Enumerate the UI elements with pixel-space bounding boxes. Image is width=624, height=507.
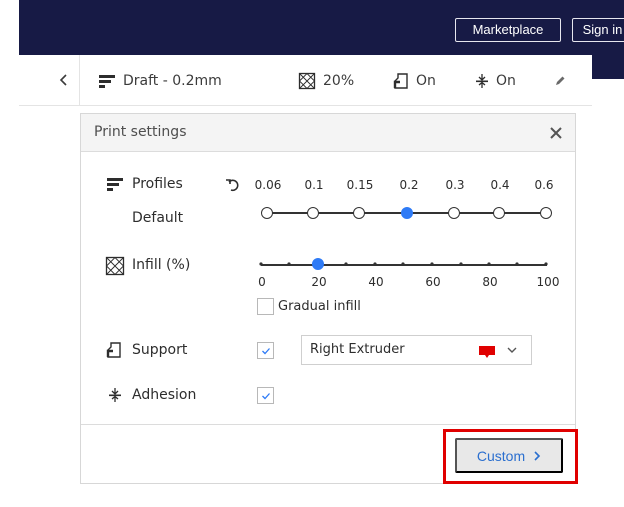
top-bar-extension — [592, 55, 624, 79]
header-adhesion-label: On — [496, 72, 516, 89]
profile-step-dot[interactable] — [540, 207, 552, 219]
chevron-down-icon — [507, 347, 517, 353]
panel-header: Print settings — [81, 114, 575, 152]
profile-icon — [98, 73, 116, 89]
profile-step-dot[interactable] — [448, 207, 460, 219]
gradual-infill-checkbox[interactable] — [257, 298, 274, 315]
edit-button[interactable] — [554, 55, 566, 106]
profile-value-label[interactable]: 0.1 — [299, 178, 329, 192]
profile-step-dot-selected[interactable] — [401, 207, 413, 219]
pencil-icon — [556, 76, 565, 85]
chevron-right-icon — [534, 450, 541, 461]
header-infill[interactable]: 20% — [298, 55, 354, 106]
header-adhesion[interactable]: On — [475, 55, 516, 106]
sign-in-button[interactable]: Sign in — [572, 18, 624, 42]
adhesion-label: Adhesion — [132, 387, 197, 403]
profile-value-label[interactable]: 0.06 — [253, 178, 283, 192]
header-infill-label: 20% — [323, 72, 355, 89]
panel-title: Print settings — [94, 124, 187, 140]
infill-icon — [105, 256, 125, 276]
profile-value-label[interactable]: 0.3 — [440, 178, 470, 192]
infill-icon — [298, 72, 316, 90]
profile-step-dot[interactable] — [353, 207, 365, 219]
support-checkbox[interactable] — [257, 342, 274, 359]
profile-step-dot[interactable] — [261, 207, 273, 219]
chevron-left-icon — [59, 74, 67, 86]
custom-button-label: Custom — [476, 447, 526, 464]
profile-step-dot[interactable] — [493, 207, 505, 219]
extruder-color-icon — [479, 346, 495, 358]
collapse-button[interactable] — [19, 55, 80, 106]
header-support[interactable]: On — [393, 55, 436, 106]
support-icon — [393, 72, 409, 90]
header-profile-label: Draft - 0.2mm — [123, 72, 222, 89]
gradual-infill-label: Gradual infill — [278, 299, 361, 314]
header-profile[interactable]: Draft - 0.2mm — [98, 55, 222, 106]
top-bar: Marketplace Sign in — [19, 0, 624, 55]
infill-slider-handle[interactable] — [312, 258, 324, 270]
print-setup-header[interactable]: Draft - 0.2mm 20% On On — [19, 55, 592, 106]
close-icon[interactable] — [548, 125, 564, 141]
infill-tick-label: 40 — [368, 275, 384, 289]
infill-tick-label: 20 — [311, 275, 327, 289]
header-support-label: On — [416, 72, 436, 89]
profile-value-label[interactable]: 0.15 — [345, 178, 375, 192]
reset-icon[interactable] — [225, 177, 241, 193]
support-icon — [106, 342, 121, 358]
extruder-select-value: Right Extruder — [310, 342, 405, 357]
marketplace-button[interactable]: Marketplace — [455, 18, 561, 42]
infill-label: Infill (%) — [132, 257, 191, 273]
checkmark-icon — [262, 393, 270, 400]
infill-tick-label: 60 — [425, 275, 441, 289]
infill-slider-ticks — [259, 262, 548, 266]
custom-button[interactable]: Custom — [455, 438, 563, 473]
profile-value-label[interactable]: 0.2 — [394, 178, 424, 192]
profile-icon — [107, 178, 123, 191]
extruder-select[interactable]: Right Extruder — [301, 335, 532, 365]
profiles-default-label: Default — [132, 210, 184, 226]
infill-tick-label: 0 — [258, 275, 266, 289]
profiles-label: Profiles — [132, 176, 183, 192]
adhesion-icon — [475, 73, 489, 89]
infill-tick-label: 100 — [536, 275, 560, 289]
support-label: Support — [132, 342, 188, 358]
profile-step-dot[interactable] — [307, 207, 319, 219]
checkmark-icon — [262, 348, 270, 355]
profile-value-label[interactable]: 0.6 — [529, 178, 559, 192]
adhesion-checkbox[interactable] — [257, 387, 274, 404]
profile-value-label[interactable]: 0.4 — [485, 178, 515, 192]
adhesion-icon — [109, 388, 121, 402]
infill-tick-label: 80 — [482, 275, 498, 289]
